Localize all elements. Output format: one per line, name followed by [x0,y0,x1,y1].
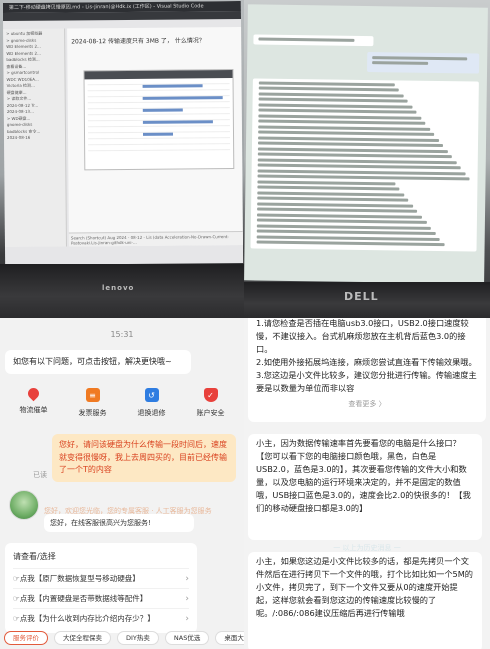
chip-promo[interactable]: 大促全程保卖 [54,631,111,645]
markdown-editor: 2024-08-12 传输速度只有 3MB 了， 什么情况？ [67,26,243,247]
service-replies: 1.请您检查是否插在电脑usb3.0接口，USB2.0接口速度较慢，不建议接入。… [244,318,490,649]
account-security-icon: ✓ [203,388,218,402]
blurred-text-line [257,190,405,197]
chip-service-rating[interactable]: 服务评价 [4,631,48,645]
blurred-text-line [257,152,453,159]
quick-actions: 物流催单 ≡ 发票服务 ↺ 退换退修 ✓ 账户安全 [0,385,244,418]
chevron-right-icon: › [185,613,189,624]
blurred-text-line [256,223,431,230]
chevron-right-icon: › [185,593,189,604]
blurred-text-line [257,196,409,202]
blurred-text-line [258,80,395,86]
blurred-text-line [257,157,457,164]
laptop-bezel: lenovo [0,264,244,318]
blurred-text-line [258,130,435,136]
laptop-screen: 第二下-移动硬盘拷贝慢原因.md - Lis-Jinran(@Hdk.ix (工… [2,0,244,266]
blurred-text-line [256,218,427,224]
blurred-text-line [256,212,422,219]
quick-action-label: 物流催单 [19,406,48,414]
blurred-text-line [258,97,408,103]
user-query-box [367,52,480,74]
faq-item-capacity[interactable]: ☞点我【为什么收到内存比介绍内存少？】 › [13,608,189,628]
quick-action-label: 发票服务 [78,409,107,417]
faq-menu-card: 请查看/选择 ☞点我【原厂数据恢复型号移动硬盘】 › ☞点我【内置硬盘是否带数据… [5,543,197,633]
intro-bubble: 如您有以下问题，可点击按钮，解决更快哦~ [5,350,191,374]
quick-action-security[interactable]: ✓ 账户安全 [185,388,237,418]
invoice-icon: ≡ [85,388,100,402]
explorer-entry: 2024-08-16 [7,134,31,141]
blurred-text-line [257,207,418,213]
faq-item-label: ☞点我【为什么收到内存比介绍内存少？】 [13,614,155,623]
quick-action-return[interactable]: ↺ 退换退修 [126,388,178,418]
terminal-line: Search (Shortcut) Aug 2024 - 08-12 - Lis… [68,230,243,247]
blurred-text-line [258,135,439,142]
menu-title: 请查看/选择 [13,552,56,561]
blurred-text-line [257,179,396,185]
user-message-bubble: 您好，请问该硬盘为什么传输一段时间后，速度就变得很慢呀，我上去周四买的，目前已经… [52,434,236,482]
blurred-text-line [256,229,436,235]
quick-action-label: 账户安全 [196,409,225,417]
faq-item-data-recovery[interactable]: ☞点我【原厂数据恢复型号移动硬盘】 › [13,568,189,588]
shortcut-chips: 服务评价 大促全程保卖 DIY热卖 NAS优选 桌面大容 [4,631,244,645]
chat-timestamp: 15:31 [110,330,134,339]
blurred-text-line [258,124,430,131]
dell-bezel: DELL [244,282,490,318]
reply-interface-text: 小主，因为数据传输速率首先要看您的电脑是什么接口？【您可以看下您的电脑接口颜色哦… [256,438,471,513]
blurred-text-line [257,185,400,191]
explorer-sidebar: > ubuntu 加模拟器 > gnome-disks WD Elements … [3,28,67,248]
return-icon: ↺ [144,388,159,402]
blurred-text-line [257,163,462,170]
reply-small-files-text: 小主，如果您这边是小文件比较多的话，都是先拷贝一个文件然后在进行拷贝下一个文件的… [256,556,473,618]
reply-card-small-files: 小主，如果您这边是小文件比较多的话，都是先拷贝一个文件然后在进行拷贝下一个文件的… [248,552,482,649]
dell-screen [244,4,488,284]
agent-avatar [9,490,39,520]
blurred-text-line [258,102,413,109]
photo-laptop-vscode: 第二下-移动硬盘拷贝慢原因.md - Lis-Jinran(@Hdk.ix (工… [0,0,244,318]
blurred-text-line [258,86,399,92]
chip-nas[interactable]: NAS优选 [164,631,210,645]
reply-card-interface: 小主，因为数据传输速率首先要看您的电脑是什么接口？【您可以看下您的电脑接口颜色哦… [248,434,482,540]
photo-dell-chat: DELL [244,0,490,318]
blurred-text-line [258,113,422,120]
faq-item-label: ☞点我【内置硬盘是否带数据线等配件】 [13,594,148,603]
blurred-text-line [256,240,445,247]
blurred-text-line [258,91,404,98]
chevron-right-icon: › [185,573,189,584]
read-status: 已读 [33,471,47,479]
location-pin-icon [25,385,42,402]
answer-box [250,78,479,252]
agent-greeting-bubble: 您好，在线客服很高兴为您服务! [44,514,194,532]
blurred-text-line [258,108,417,114]
dell-logo: DELL [344,290,379,303]
reply-card-tips: 1.请您检查是否插在电脑usb3.0接口，USB2.0接口速度较慢，不建议接入。… [248,318,486,422]
blurred-text-line [257,201,414,208]
blurred-text-line [257,146,448,153]
reply-tips-text: 1.请您检查是否插在电脑usb3.0接口，USB2.0接口速度较慢，不建议接入。… [256,318,477,393]
editor-heading: 2024-08-12 传输速度只有 3MB 了， 什么情况？ [71,37,205,46]
question-box [253,34,374,47]
blurred-text-line [258,119,426,125]
customer-service-chat: 15:31 如您有以下问题，可点击按钮，解决更快哦~ 物流催单 ≡ 发票服务 ↺… [0,318,244,649]
lenovo-logo: lenovo [102,284,135,292]
chip-diy[interactable]: DIY热卖 [117,631,159,645]
blurred-text-line [257,141,444,148]
blurred-text-line [256,234,440,241]
faq-item-label: ☞点我【原厂数据恢复型号移动硬盘】 [13,574,140,583]
benchmark-table-image [83,69,235,171]
quick-action-label: 退换退修 [137,409,166,417]
quick-action-invoice[interactable]: ≡ 发票服务 [67,388,119,418]
chip-desktop[interactable]: 桌面大容 [215,631,244,645]
quick-action-logistics[interactable]: 物流催单 [8,385,60,418]
view-more-link[interactable]: 查看更多 〉 [256,398,478,411]
faq-item-accessories[interactable]: ☞点我【内置硬盘是否带数据线等配件】 › [13,588,189,608]
blurred-text-line [257,174,470,181]
